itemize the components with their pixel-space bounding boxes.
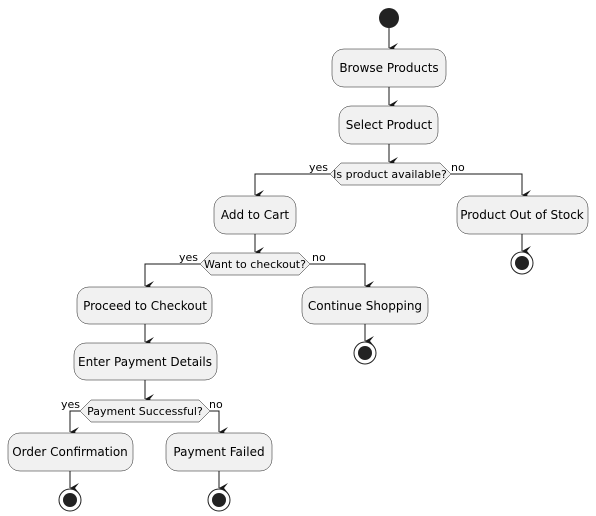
action-label: Order Confirmation [12,445,128,459]
action-label: Add to Cart [221,208,290,222]
edge-available-no [451,173,531,200]
action-proceed-to-checkout: Proceed to Checkout [76,286,213,325]
end-node [510,251,534,275]
end-node [353,341,377,365]
action-order-confirmation: Order Confirmation [7,432,134,472]
branch-no-label: no [209,398,223,411]
edge-checkout-no [310,263,374,291]
decision-label: Payment Successful? [87,405,203,418]
action-label: Payment Failed [173,445,264,459]
branch-yes-label: yes [309,161,328,174]
edge-payment-yes [69,410,80,437]
action-label: Enter Payment Details [78,355,212,369]
start-node [379,8,399,28]
action-enter-payment-details: Enter Payment Details [73,342,218,381]
branch-yes-label: yes [61,398,80,411]
decision-label: Want to checkout? [204,258,306,271]
action-label: Continue Shopping [308,299,422,313]
decision-product-available: Is product available? yes no [309,161,465,186]
action-label: Product Out of Stock [460,208,584,222]
action-continue-shopping: Continue Shopping [301,286,429,325]
action-label: Select Product [346,118,433,132]
action-product-out-of-stock: Product Out of Stock [456,195,589,235]
edge-available-yes [254,173,330,200]
decision-payment-successful: Payment Successful? yes no [61,398,223,423]
action-label: Browse Products [339,61,438,75]
action-add-to-cart: Add to Cart [213,195,297,235]
decision-want-to-checkout: Want to checkout? yes no [179,251,326,276]
end-node [58,488,82,512]
edge-payment-no [210,410,228,437]
activity-diagram: Browse Products Select Product Is produc… [7,8,589,512]
decision-label: Is product available? [333,168,447,181]
action-label: Proceed to Checkout [83,299,207,313]
action-select-product: Select Product [338,105,439,145]
end-node [207,488,231,512]
action-browse-products: Browse Products [331,48,447,88]
action-payment-failed: Payment Failed [165,432,273,472]
branch-yes-label: yes [179,251,198,264]
branch-no-label: no [451,161,465,174]
edge-checkout-yes [144,263,200,291]
branch-no-label: no [312,251,326,264]
